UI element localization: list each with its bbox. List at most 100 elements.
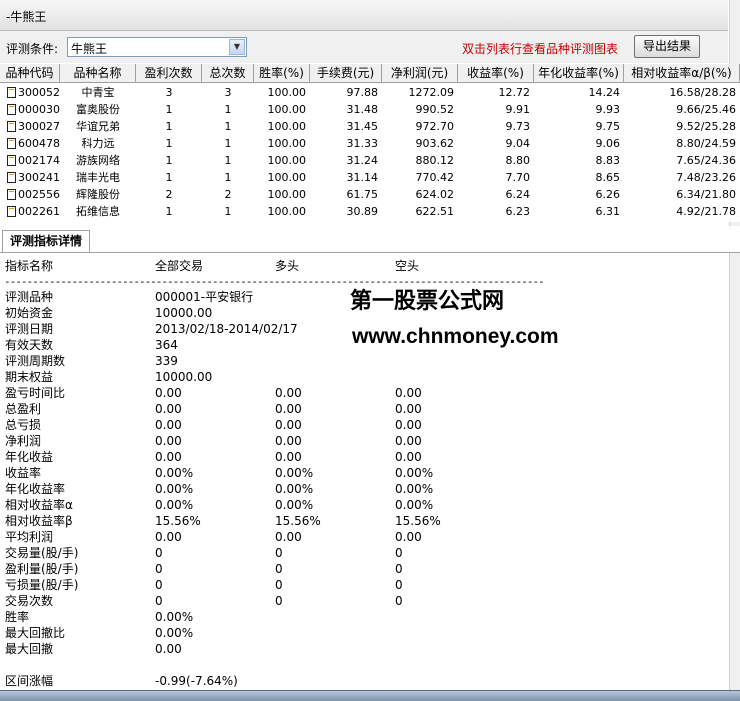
table-cell: 华谊兄弟 [76,120,120,133]
table-cell: 中青宝 [81,86,115,99]
table-row[interactable]: 002261 拓维信息 1 1 100.00 30.89 622.51 6.23 6.31 4.9… [0,203,740,220]
detail-cell: 0.00% [155,626,194,640]
table-cell: 1 [165,120,173,133]
table-cell: 97.88 [346,86,379,99]
table-cell: 000030 [18,103,60,116]
table-row[interactable]: 600478 科力远 1 1 100.00 31.33 903.62 9.04 9.06 8.80… [0,135,740,152]
table-cell: 30.89 [346,205,379,218]
table-cell: 9.91 [505,103,531,116]
column-header[interactable]: 收益率(%) [458,64,534,82]
column-header[interactable]: 总次数 [202,64,254,82]
hint-text: 双击列表行查看品种评测图表 [462,42,619,56]
document-icon [7,172,16,183]
detail-cell: 0.00% [395,466,434,480]
export-button[interactable]: 导出结果 [634,35,700,58]
table-cell: 1 [165,205,173,218]
table-cell: 9.75 [595,120,621,133]
detail-cell: 交易量(股/手) [5,546,79,560]
table-cell: 辉隆股份 [76,188,120,201]
table-cell: 1272.09 [408,86,455,99]
detail-cell: 年化收益 [5,450,54,464]
detail-tabbar: 评测指标详情 [0,226,740,253]
column-header[interactable]: 净利润(元) [382,64,458,82]
table-cell: 8.80 [505,154,531,167]
table-cell: 1 [224,120,232,133]
detail-cell: 0.00% [155,498,194,512]
table-header: 品种代码 品种名称 盈利次数 总次数 胜率(%) 手续费(元) 净利润(元) 收… [0,64,740,83]
table-cell: 990.52 [415,103,455,116]
table-cell: 31.48 [346,103,379,116]
table-cell: 1 [165,137,173,150]
toolbar: 评测条件: 牛熊王 ▼ 双击列表行查看品种评测图表 导出结果 [0,31,728,63]
condition-select[interactable]: 牛熊王 ▼ [67,37,247,57]
table-row[interactable]: 300027 华谊兄弟 1 1 100.00 31.45 972.70 9.73 9.75 9.5… [0,118,740,135]
detail-cell: 0.00% [155,482,194,496]
tab-details[interactable]: 评测指标详情 [2,230,90,252]
detail-row: 平均利润 0.00 0.00 0.00 [0,529,728,545]
table-cell: 100.00 [267,120,307,133]
table-row[interactable]: 300052 中青宝 3 3 100.00 97.88 1272.09 12.72 14.24 1… [0,84,740,101]
detail-row: 亏损量(股/手) 0 0 0 [0,577,728,593]
table-cell: 31.45 [346,120,379,133]
column-header[interactable]: 盈利次数 [136,64,202,82]
column-header[interactable]: 年化收益率(%) [534,64,624,82]
table-cell: 9.73 [505,120,531,133]
detail-cell: 0.00 [275,450,302,464]
table-cell: 770.42 [415,171,455,184]
table-cell: 2 [165,188,173,201]
detail-cell: -0.99(-7.64%) [155,674,238,688]
detail-cell: 0.00 [395,386,422,400]
table-cell: 31.33 [346,137,379,150]
table-cell: 31.14 [346,171,379,184]
detail-row: 评测周期数 339 [0,353,728,369]
table-cell: 903.62 [415,137,455,150]
table-cell: 富奥股份 [76,103,120,116]
column-header[interactable]: 胜率(%) [254,64,310,82]
detail-cell: 15.56% [395,514,441,528]
chevron-down-icon[interactable]: ▼ [229,39,245,55]
table-row[interactable]: 300241 瑞丰光电 1 1 100.00 31.14 770.42 7.70 8.65 7.4… [0,169,740,186]
table-cell: 300052 [18,86,60,99]
table-cell: 31.24 [346,154,379,167]
column-header[interactable]: 品种名称 [60,64,136,82]
table-cell: 9.66/25.46 [676,103,736,116]
document-icon [7,87,16,98]
detail-cell: 最大回撤比 [5,626,66,640]
detail-cell: 0.00 [395,434,422,448]
taskbar [0,690,740,701]
table-cell: 14.24 [588,86,621,99]
table-row[interactable]: 000030 富奥股份 1 1 100.00 31.48 990.52 9.91 9.93 9.6… [0,101,740,118]
table-cell: 12.72 [498,86,531,99]
detail-cell: 评测周期数 [5,354,66,368]
detail-cell: 胜率 [5,610,30,624]
watermark-url: www.chnmoney.com [352,325,559,348]
detail-row: 最大回撤 0.00 [0,641,728,657]
detail-cell: 0.00 [395,450,422,464]
table-cell: 61.75 [346,188,379,201]
detail-cell: 0.00% [155,466,194,480]
detail-cell: 平均利润 [5,530,54,544]
table-row[interactable]: 002556 辉隆股份 2 2 100.00 61.75 624.02 6.24 6.26 6.3… [0,186,740,203]
table-cell: 1 [224,205,232,218]
table-cell: 拓维信息 [76,205,120,218]
table-cell: 2 [224,188,232,201]
document-icon [7,155,16,166]
table-cell: 100.00 [267,86,307,99]
column-header[interactable]: 手续费(元) [310,64,382,82]
column-header[interactable]: 相对收益率α/β(%) [624,64,740,82]
table-cell: 6.23 [505,205,531,218]
detail-cell: 盈亏时间比 [5,386,66,400]
detail-cell: 0.00 [395,530,422,544]
detail-cell: 0 [155,578,163,592]
column-header[interactable]: 品种代码 [0,64,60,82]
table-cell: 002261 [18,205,60,218]
details-header: 指标名称 [5,259,54,273]
table-cell: 7.48/23.26 [676,171,736,184]
detail-cell: 0.00% [275,466,314,480]
table-row[interactable]: 002174 游族网络 1 1 100.00 31.24 880.12 8.80 8.83 7.6… [0,152,740,169]
document-icon [7,206,16,217]
detail-row: 总亏损 0.00 0.00 0.00 [0,417,728,433]
detail-row: 相对收益率α 0.00% 0.00% 0.00% [0,497,728,513]
details-header: 空头 [395,259,420,273]
detail-cell: 0.00 [275,434,302,448]
